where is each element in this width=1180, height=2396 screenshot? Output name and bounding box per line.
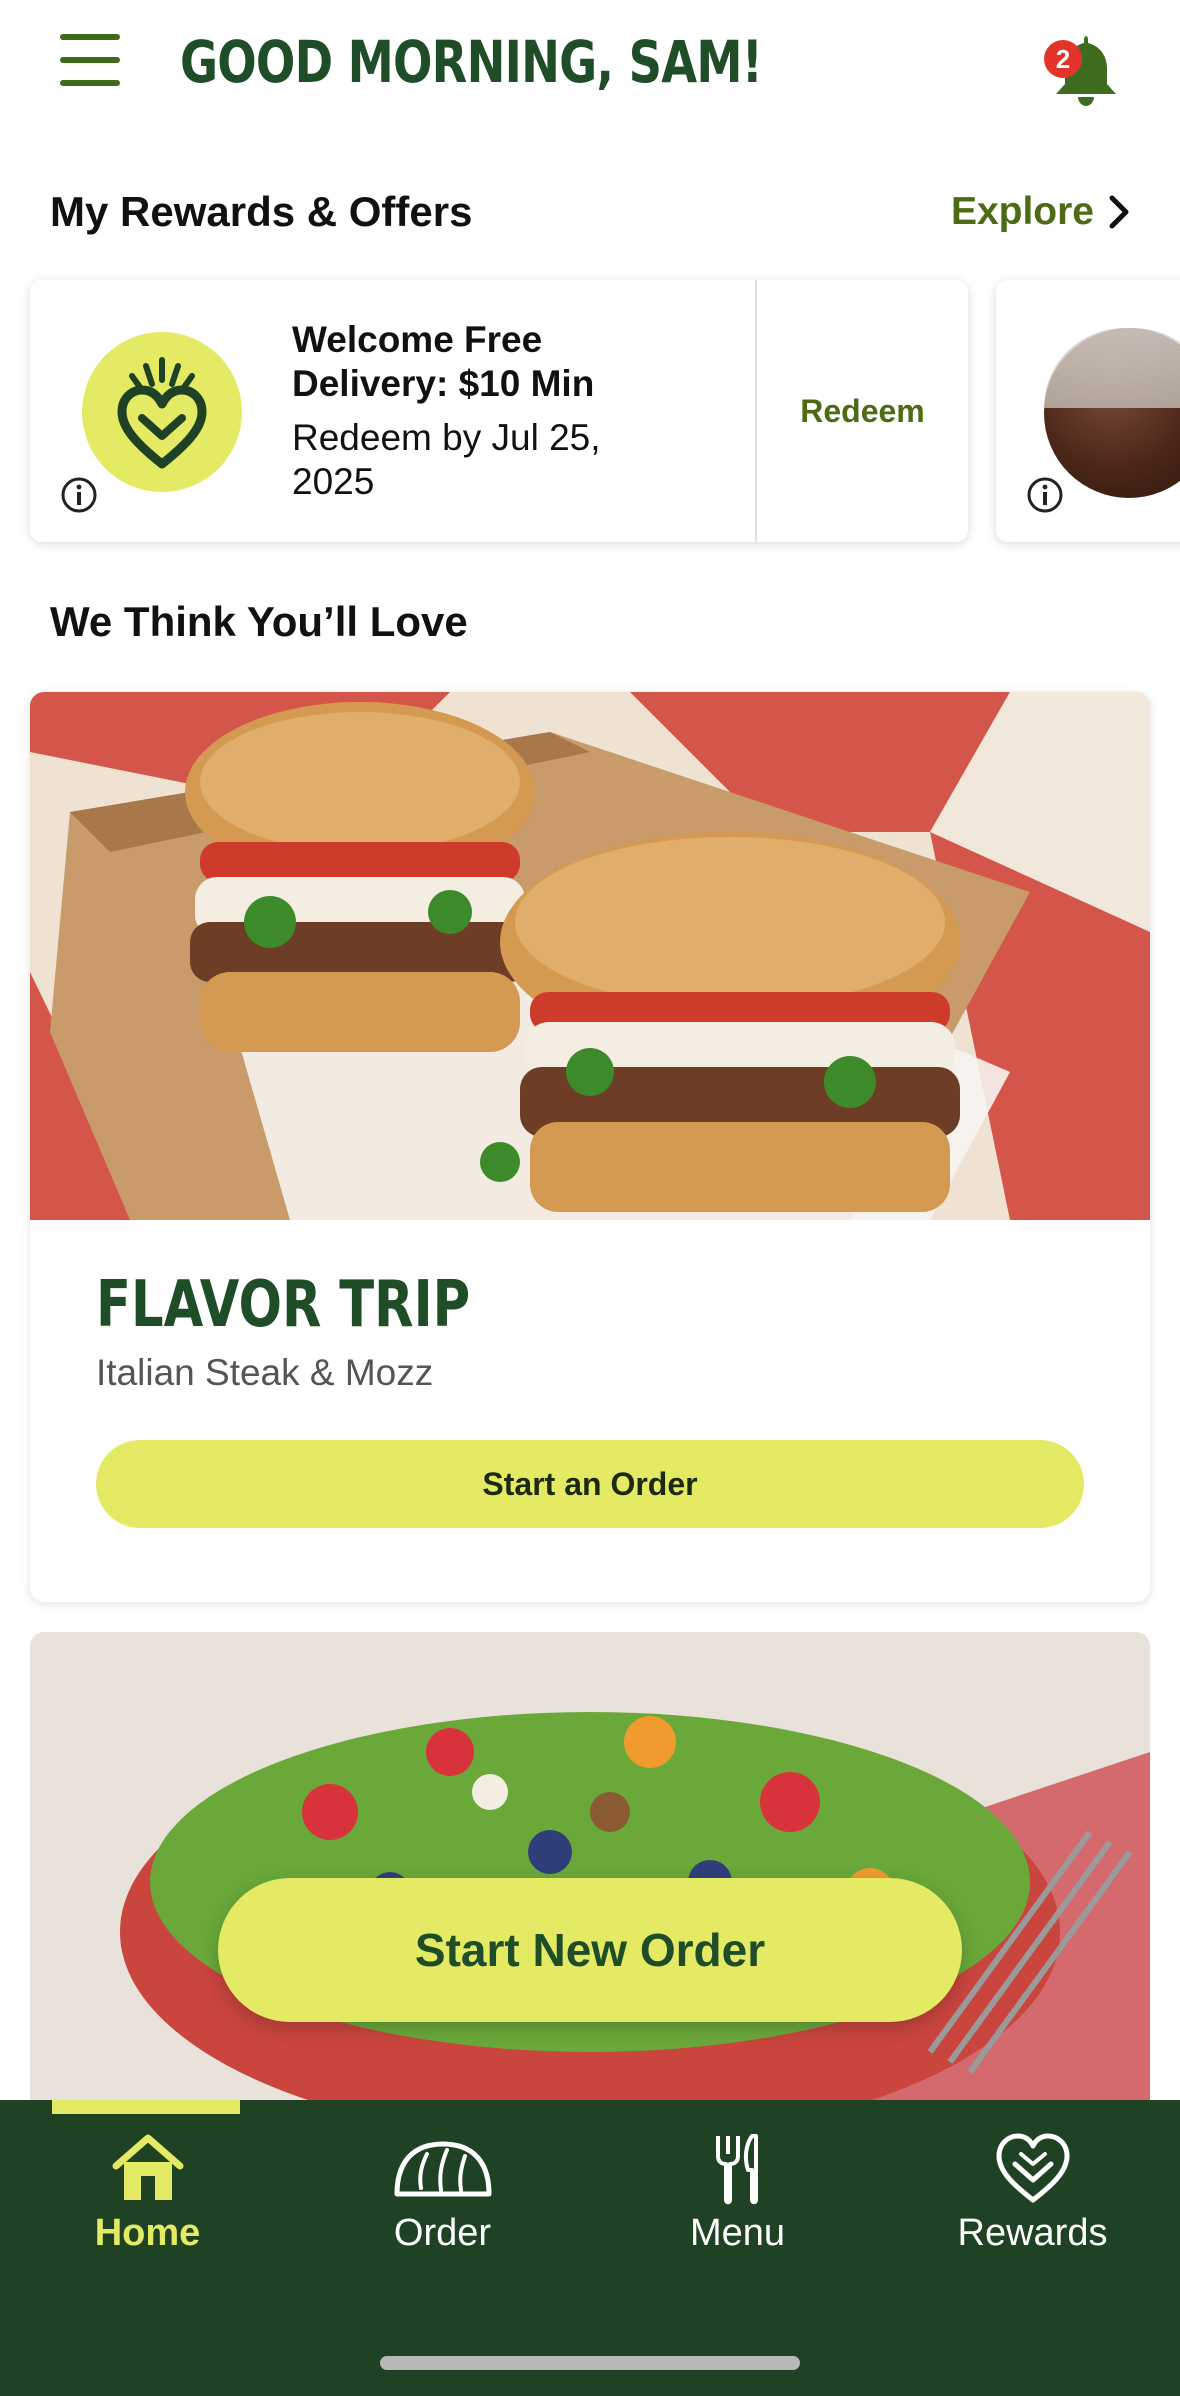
hamburger-menu-icon[interactable] bbox=[60, 34, 120, 86]
nav-menu-label: Menu bbox=[689, 2212, 786, 2254]
offer-title: Welcome Free Delivery: $10 Min bbox=[292, 319, 595, 404]
recommendations-section-title: We Think You’ll Love bbox=[50, 598, 468, 645]
explore-link[interactable]: Explore bbox=[951, 190, 1130, 234]
product-card-salad[interactable] bbox=[30, 1632, 1150, 2102]
product-name: FLAVOR TRIP bbox=[96, 1268, 471, 1342]
home-icon bbox=[112, 2134, 183, 2200]
app-header: GOOD MORNING, SAM! 2 bbox=[0, 0, 1180, 140]
offer-expiry: Redeem by Jul 25, 2025 bbox=[292, 417, 601, 502]
utensils-icon bbox=[715, 2134, 758, 2205]
nav-rewards-label: Rewards bbox=[957, 2212, 1108, 2254]
salad-image bbox=[30, 1632, 1150, 2102]
redeem-button[interactable]: Redeem bbox=[757, 280, 968, 542]
chevron-right-icon bbox=[1109, 195, 1129, 229]
offer-card-partial[interactable] bbox=[996, 280, 1180, 542]
start-new-order-button[interactable]: Start New Order bbox=[218, 1878, 962, 2022]
nav-order-label: Order bbox=[393, 2212, 492, 2254]
offer-card[interactable]: Welcome Free Delivery: $10 Min Redeem by… bbox=[30, 280, 968, 542]
sandwich-image bbox=[30, 692, 1150, 1220]
home-indicator-bar[interactable] bbox=[380, 2356, 800, 2370]
cake-powdered-sugar bbox=[1044, 328, 1180, 408]
nav-order[interactable]: Order bbox=[295, 2130, 590, 2260]
nav-menu[interactable]: Menu bbox=[590, 2130, 885, 2260]
notification-badge: 2 bbox=[1044, 40, 1082, 78]
heart-rewards-icon bbox=[996, 2133, 1069, 2203]
greeting-title: GOOD MORNING, SAM! bbox=[180, 28, 763, 96]
nav-home[interactable]: Home bbox=[0, 2130, 295, 2260]
bread-icon bbox=[394, 2141, 491, 2197]
nav-home-label: Home bbox=[94, 2212, 201, 2254]
product-card[interactable]: FLAVOR TRIP Italian Steak & Mozz Start a… bbox=[30, 692, 1150, 1602]
start-an-order-button[interactable]: Start an Order bbox=[96, 1440, 1084, 1528]
nav-rewards[interactable]: Rewards bbox=[885, 2130, 1180, 2260]
product-description: Italian Steak & Mozz bbox=[96, 1352, 434, 1393]
rewards-section-title: My Rewards & Offers bbox=[50, 188, 473, 235]
info-icon[interactable] bbox=[60, 476, 98, 514]
brand-heart-logo bbox=[82, 332, 242, 492]
explore-label: Explore bbox=[950, 190, 1094, 233]
active-tab-indicator bbox=[52, 2100, 240, 2114]
info-icon[interactable] bbox=[1026, 476, 1064, 514]
